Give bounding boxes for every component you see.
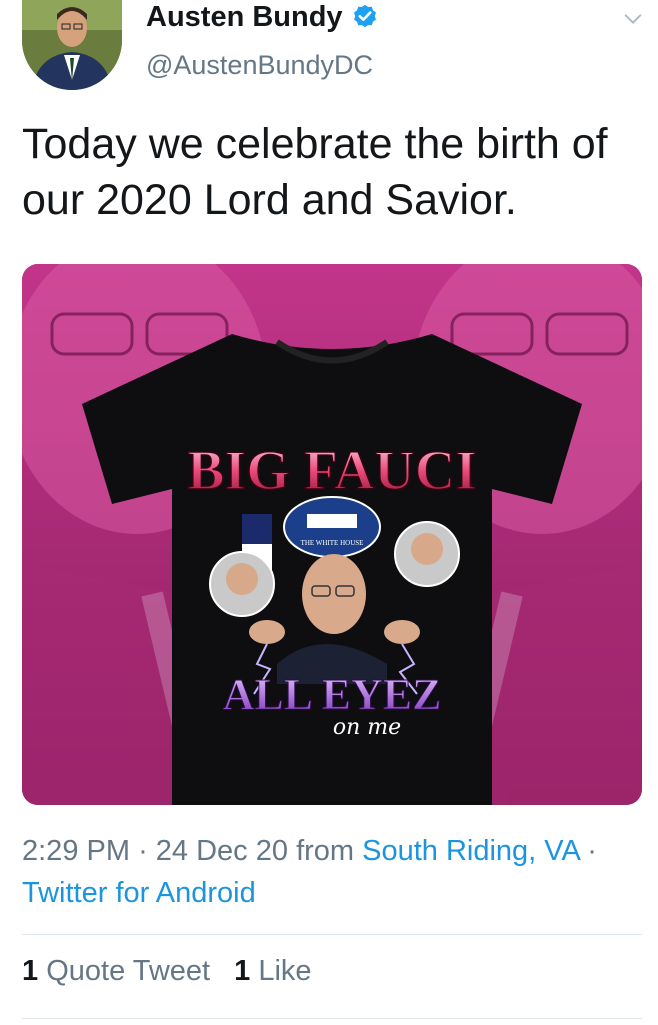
shirt-script: on me [333, 715, 401, 740]
tweet-meta: 2:29 PM · 24 Dec 20 from South Riding, V… [22, 830, 652, 914]
quote-count: 1 [22, 955, 39, 987]
tweet-media-image[interactable]: BIG FAUCI THE WHITE HOUSE ALL EYEZ on me [22, 264, 642, 805]
likes-stat[interactable]: 1 Like [234, 955, 311, 988]
quote-tweets-stat[interactable]: 1 Quote Tweet [22, 955, 210, 988]
avatar[interactable] [22, 0, 122, 90]
tweet-time[interactable]: 2:29 PM [22, 835, 130, 867]
shirt-subtitle: ALL EYEZ [223, 670, 442, 719]
quote-label: Quote Tweet [46, 955, 211, 987]
user-name-row[interactable]: Austen Bundy [146, 0, 379, 34]
chevron-down-icon[interactable] [622, 8, 644, 30]
tweet-date[interactable]: 24 Dec 20 [156, 835, 288, 867]
display-name[interactable]: Austen Bundy [146, 0, 343, 34]
tweet-text: Today we celebrate the birth of our 2020… [22, 120, 608, 224]
divider-bottom [22, 1018, 642, 1019]
divider-top [22, 934, 642, 935]
like-label: Like [258, 955, 312, 987]
like-count: 1 [234, 955, 251, 987]
seal-text: THE WHITE HOUSE [301, 539, 364, 547]
meta-separator-2: · [587, 835, 597, 867]
meta-separator: · [138, 835, 148, 867]
source-link[interactable]: Twitter for Android [22, 877, 256, 909]
user-handle[interactable]: @AustenBundyDC [146, 50, 373, 81]
avatar-photo [22, 0, 122, 90]
tshirt-photo: BIG FAUCI THE WHITE HOUSE ALL EYEZ on me [22, 264, 642, 805]
location-link[interactable]: South Riding, VA [362, 835, 579, 867]
tweet-stats: 1 Quote Tweet 1 Like [22, 955, 312, 988]
verified-badge-icon [351, 3, 379, 31]
from-label: from [296, 835, 355, 867]
shirt-title: BIG FAUCI [187, 440, 477, 502]
